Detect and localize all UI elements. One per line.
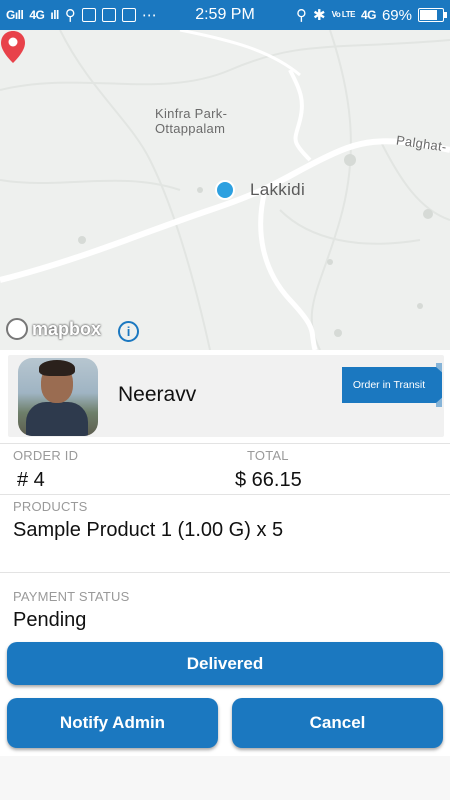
payment-status-label: PAYMENT STATUS: [13, 589, 130, 604]
status-bar: Gıll 4G ıll ⚲ ⋯ 2:59 PM ⚲ ✱ Vo LTE 4G 69…: [0, 0, 450, 30]
battery-icon: [418, 8, 447, 22]
map-label-town: Lakkidi: [250, 180, 306, 199]
status-badge: Order in Transit: [342, 363, 442, 407]
divider: [0, 443, 450, 444]
bluetooth-icon: ✱: [313, 7, 326, 24]
map-label-park: Kinfra Park- Ottappalam: [155, 106, 227, 136]
signal-icon: Gıll: [6, 8, 24, 22]
mail-icon: [121, 8, 136, 22]
map-pin-icon[interactable]: [0, 30, 26, 64]
total-value: $ 66.15: [235, 469, 302, 491]
driver-card: Neeravv Order in Transit: [8, 355, 444, 437]
usb-icon: ⚲: [64, 7, 76, 24]
payment-status-value: Pending: [13, 609, 87, 631]
divider: [0, 572, 450, 573]
products-value: Sample Product 1 (1.00 G) x 5: [13, 519, 284, 541]
battery-percent: 69%: [381, 6, 412, 24]
map-label-park-line2: Ottappalam: [155, 121, 226, 136]
notification-icon: [81, 8, 96, 22]
order-id-label: ORDER ID: [13, 448, 79, 463]
cancel-button[interactable]: Cancel: [232, 698, 443, 748]
volte-label: Vo LTE: [331, 10, 356, 19]
more-icon: ⋯: [141, 7, 157, 24]
location-icon: ⚲: [296, 7, 307, 24]
map-view[interactable]: Kinfra Park- Ottappalam Lakkidi Palghat-…: [0, 30, 450, 350]
products-label: PRODUCTS: [13, 499, 88, 514]
network-type-right: 4G: [360, 8, 377, 22]
driver-name: Neeravv: [118, 383, 197, 406]
order-id-value: # 4: [17, 469, 45, 491]
signal-icon-2: ıll: [50, 8, 59, 22]
notify-admin-button[interactable]: Notify Admin: [7, 698, 218, 748]
mapbox-logo-text: mapbox: [32, 318, 102, 339]
network-type: 4G: [29, 8, 45, 22]
map-label-park-line1: Kinfra Park-: [155, 106, 228, 121]
divider: [0, 494, 450, 495]
delivered-button[interactable]: Delivered: [7, 642, 443, 685]
mapbox-logo-icon: [6, 318, 28, 340]
bottom-area: [0, 756, 450, 800]
mapbox-logo[interactable]: mapbox: [6, 318, 101, 340]
storage-icon: [101, 8, 116, 22]
avatar: [18, 358, 98, 436]
total-label: TOTAL: [247, 448, 289, 463]
current-location-dot: [215, 180, 235, 200]
info-icon[interactable]: i: [118, 321, 139, 342]
